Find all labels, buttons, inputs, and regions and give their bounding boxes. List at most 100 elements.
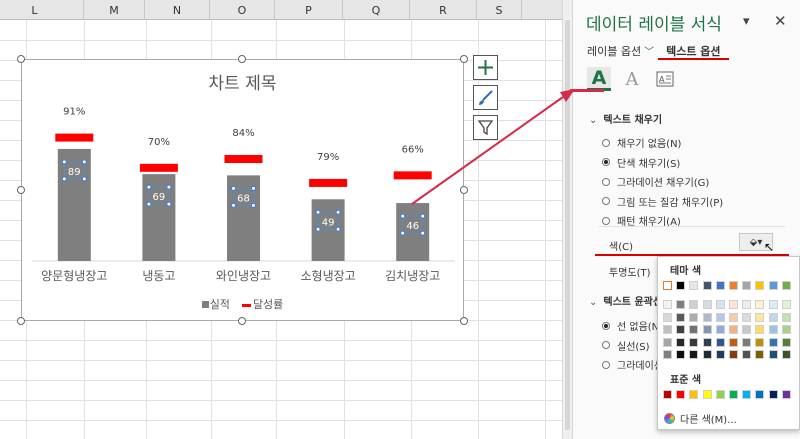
theme-color-swatch[interactable] — [768, 281, 778, 290]
column-header-m[interactable]: M — [84, 0, 145, 20]
text-fill-outline-icon[interactable]: A — [587, 67, 611, 91]
standard-color-swatch[interactable] — [742, 390, 752, 399]
data-label-handle[interactable] — [146, 201, 152, 207]
column-header-q[interactable]: Q — [343, 0, 410, 20]
theme-shade-swatch[interactable] — [702, 300, 712, 309]
theme-color-swatch[interactable] — [715, 281, 725, 290]
chart-legend[interactable]: 실적 달성률 — [22, 296, 463, 312]
column-header-p[interactable]: P — [275, 0, 343, 20]
chart-resize-handle-mr[interactable] — [460, 186, 468, 194]
data-label-handle[interactable] — [61, 176, 67, 182]
target-marker-4[interactable] — [393, 171, 432, 180]
bar-data-label[interactable]: 89 — [68, 167, 81, 178]
radio-button[interactable] — [602, 321, 610, 330]
theme-shade-swatch[interactable] — [663, 350, 672, 359]
rate-label[interactable]: 66% — [402, 144, 424, 155]
theme-shade-swatch[interactable] — [755, 337, 765, 347]
data-label-handle[interactable] — [251, 185, 256, 191]
text-fill-section-header[interactable]: ⌄ 텍스트 채우기 — [589, 111, 662, 126]
theme-shade-swatch[interactable] — [702, 312, 712, 322]
theme-shade-swatch[interactable] — [689, 312, 699, 322]
data-label-handle[interactable] — [315, 209, 321, 215]
theme-shade-swatch[interactable] — [689, 337, 699, 347]
column-header-s[interactable]: S — [477, 0, 522, 20]
theme-shade-swatch[interactable] — [663, 300, 672, 309]
rate-label[interactable]: 70% — [148, 137, 170, 148]
data-label-handle[interactable] — [335, 209, 341, 215]
theme-shade-swatch[interactable] — [676, 312, 686, 322]
vertical-scrollbar[interactable] — [562, 0, 572, 439]
column-header-r[interactable]: R — [410, 0, 477, 20]
theme-shade-swatch[interactable] — [768, 337, 778, 347]
standard-color-swatch[interactable] — [781, 390, 791, 399]
theme-shade-swatch[interactable] — [781, 300, 791, 309]
data-label-handle[interactable] — [335, 226, 341, 232]
textbox-icon[interactable]: A — [653, 67, 677, 91]
theme-shade-swatch[interactable] — [676, 325, 686, 334]
chart-styles-button[interactable] — [473, 85, 498, 110]
theme-shade-swatch[interactable] — [742, 350, 752, 359]
theme-shade-swatch[interactable] — [742, 312, 752, 322]
theme-shade-swatch[interactable] — [702, 337, 712, 347]
fill-option[interactable]: 단색 채우기(S) — [602, 155, 680, 170]
data-label-handle[interactable] — [81, 159, 87, 165]
outline-option[interactable]: 실선(S) — [602, 338, 650, 353]
chevron-down-icon[interactable]: ﹀ — [644, 47, 654, 58]
theme-shade-swatch[interactable] — [676, 337, 686, 347]
radio-button[interactable] — [602, 158, 610, 166]
theme-shade-swatch[interactable] — [676, 350, 686, 359]
theme-shade-swatch[interactable] — [689, 300, 699, 309]
standard-color-swatch[interactable] — [689, 390, 699, 399]
chart-resize-handle-tm[interactable] — [238, 55, 246, 63]
bar-data-label[interactable]: 46 — [406, 221, 419, 232]
theme-shade-swatch[interactable] — [689, 325, 699, 334]
theme-shade-swatch[interactable] — [781, 337, 791, 347]
theme-shade-swatch[interactable] — [715, 312, 725, 322]
theme-color-swatch[interactable] — [781, 281, 791, 290]
close-icon[interactable]: ✕ — [774, 12, 787, 30]
bar-data-label[interactable]: 69 — [153, 192, 166, 203]
theme-color-swatch[interactable] — [702, 281, 712, 290]
radio-button[interactable] — [602, 177, 610, 186]
data-label-handle[interactable] — [166, 184, 172, 190]
text-effects-icon[interactable]: A — [620, 67, 644, 91]
theme-color-swatch[interactable] — [663, 281, 672, 290]
chart-resize-handle-ml[interactable] — [17, 186, 25, 194]
chart-elements-button[interactable] — [473, 55, 498, 80]
tab-label-options[interactable]: 레이블 옵션 — [587, 45, 641, 58]
theme-shade-swatch[interactable] — [781, 312, 791, 322]
theme-shade-swatch[interactable] — [729, 312, 738, 322]
theme-shade-swatch[interactable] — [768, 300, 778, 309]
data-label-handle[interactable] — [420, 213, 426, 219]
theme-shade-swatch[interactable] — [729, 325, 738, 334]
radio-button[interactable] — [602, 341, 610, 349]
chart-resize-handle-br[interactable] — [460, 317, 468, 325]
data-label-handle[interactable] — [315, 226, 321, 232]
theme-shade-swatch[interactable] — [755, 325, 765, 334]
fill-option[interactable]: 채우기 없음(N) — [602, 135, 681, 150]
standard-color-swatch[interactable] — [755, 390, 765, 399]
standard-color-swatch[interactable] — [729, 390, 738, 399]
rate-label[interactable]: 84% — [232, 128, 254, 139]
data-label-handle[interactable] — [400, 230, 406, 236]
data-label-handle[interactable] — [251, 202, 256, 208]
radio-button[interactable] — [602, 138, 610, 147]
theme-shade-swatch[interactable] — [663, 312, 672, 322]
theme-shade-swatch[interactable] — [663, 337, 672, 347]
chart-resize-handle-tl[interactable] — [17, 55, 25, 63]
target-marker-0[interactable] — [55, 133, 94, 142]
theme-shade-swatch[interactable] — [676, 300, 686, 309]
data-label-handle[interactable] — [166, 201, 172, 207]
theme-shade-swatch[interactable] — [742, 300, 752, 309]
theme-shade-swatch[interactable] — [715, 300, 725, 309]
target-marker-3[interactable] — [309, 178, 348, 187]
data-label-handle[interactable] — [146, 184, 152, 190]
data-label-handle[interactable] — [400, 213, 406, 219]
theme-color-swatch[interactable] — [676, 281, 686, 290]
column-header-l[interactable]: L — [0, 0, 84, 20]
worksheet[interactable]: KLMNOPQRS 차트 제목 8991%양문형냉장고6970%냉동고6884%… — [0, 0, 562, 439]
tab-text-options[interactable]: 텍스트 옵션 — [666, 45, 720, 58]
rate-label[interactable]: 91% — [63, 107, 85, 118]
theme-shade-swatch[interactable] — [768, 350, 778, 359]
theme-color-swatch[interactable] — [742, 281, 752, 290]
